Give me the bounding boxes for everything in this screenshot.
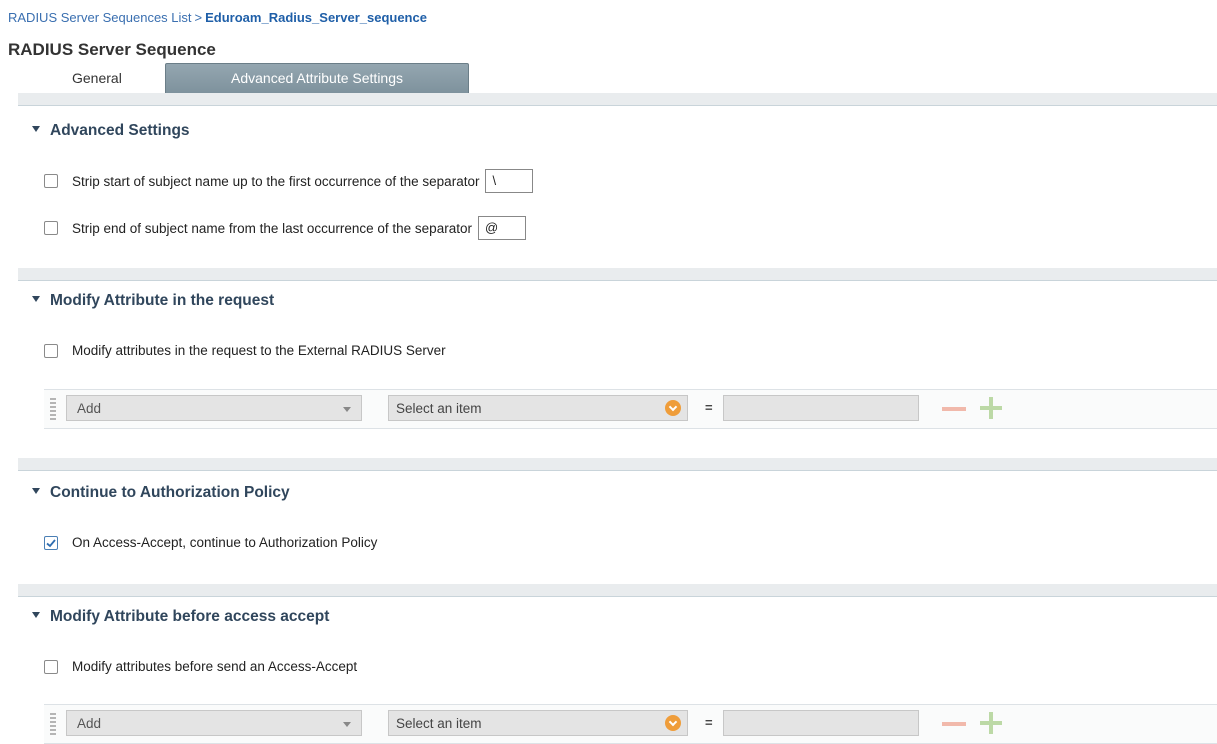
breadcrumb-parent-link[interactable]: RADIUS Server Sequences List — [8, 10, 192, 25]
attribute-select-placeholder: Select an item — [396, 716, 482, 731]
section-band — [18, 93, 1217, 106]
chevron-down-icon — [343, 407, 351, 412]
action-dropdown[interactable]: Add — [66, 710, 362, 736]
section-title: Modify Attribute before access accept — [50, 608, 330, 625]
action-dropdown[interactable]: Add — [66, 395, 362, 421]
attribute-select[interactable]: Select an item — [388, 710, 688, 736]
collapse-triangle-icon — [32, 125, 40, 132]
modify-request-checkbox[interactable] — [44, 343, 58, 358]
attribute-value-input[interactable] — [723, 395, 919, 421]
strip-start-separator-input[interactable]: \ — [485, 169, 534, 193]
attribute-row-request: Add Select an item = — [44, 389, 1217, 429]
strip-end-row: Strip end of subject name from the last … — [44, 216, 526, 240]
modify-request-label: Modify attributes in the request to the … — [72, 343, 446, 358]
modify-request-row: Modify attributes in the request to the … — [44, 343, 446, 358]
section-header-advanced-settings[interactable]: Advanced Settings — [32, 122, 190, 140]
action-dropdown-value: Add — [77, 401, 102, 416]
continue-authz-checkbox[interactable] — [44, 535, 58, 550]
strip-end-separator-input[interactable]: @ — [477, 216, 526, 240]
breadcrumb: RADIUS Server Sequences List > Eduroam_Rad… — [8, 10, 427, 25]
tab-advanced-attribute-settings[interactable]: Advanced Attribute Settings — [165, 63, 469, 93]
plus-icon[interactable] — [980, 712, 1002, 734]
equals-sign: = — [705, 715, 713, 730]
tab-general[interactable]: General — [72, 70, 122, 86]
attribute-row-accept: Add Select an item = — [44, 704, 1217, 744]
chevron-down-icon — [343, 722, 351, 727]
attribute-select[interactable]: Select an item — [388, 395, 688, 421]
collapse-triangle-icon — [32, 295, 40, 302]
breadcrumb-separator: > — [194, 10, 203, 25]
checkmark-icon — [46, 538, 56, 547]
collapse-triangle-icon — [32, 611, 40, 618]
continue-authz-label: On Access-Accept, continue to Authorizat… — [72, 535, 378, 550]
chevron-down-icon — [665, 400, 681, 416]
section-title: Continue to Authorization Policy — [50, 484, 290, 501]
page-title: RADIUS Server Sequence — [8, 40, 216, 59]
section-band — [18, 458, 1217, 471]
strip-end-checkbox[interactable] — [44, 221, 58, 235]
minus-icon[interactable] — [942, 722, 966, 726]
section-band — [18, 584, 1217, 597]
modify-accept-label: Modify attributes before send an Access-… — [72, 659, 358, 674]
strip-start-checkbox[interactable] — [44, 174, 58, 188]
section-header-modify-accept[interactable]: Modify Attribute before access accept — [32, 608, 329, 626]
drag-handle-icon[interactable] — [50, 713, 56, 735]
section-band — [18, 268, 1217, 281]
equals-sign: = — [705, 400, 713, 415]
section-title: Modify Attribute in the request — [50, 292, 275, 309]
chevron-down-icon — [665, 715, 681, 731]
collapse-triangle-icon — [32, 487, 40, 494]
attribute-value-input[interactable] — [723, 710, 919, 736]
plus-icon[interactable] — [980, 397, 1002, 419]
modify-accept-checkbox[interactable] — [44, 659, 58, 674]
strip-start-row: Strip start of subject name up to the fi… — [44, 169, 534, 193]
strip-end-label: Strip end of subject name from the last … — [72, 220, 472, 236]
modify-accept-row: Modify attributes before send an Access-… — [44, 659, 357, 674]
minus-icon[interactable] — [942, 407, 966, 411]
breadcrumb-current: Eduroam_Radius_Server_sequence — [205, 10, 427, 25]
drag-handle-icon[interactable] — [50, 398, 56, 420]
section-title: Advanced Settings — [50, 122, 190, 139]
strip-start-label: Strip start of subject name up to the fi… — [72, 173, 480, 189]
attribute-select-placeholder: Select an item — [396, 401, 482, 416]
continue-authz-row: On Access-Accept, continue to Authorizat… — [44, 535, 377, 550]
section-header-modify-request[interactable]: Modify Attribute in the request — [32, 292, 274, 310]
action-dropdown-value: Add — [77, 716, 102, 731]
section-header-continue-authz[interactable]: Continue to Authorization Policy — [32, 484, 290, 502]
